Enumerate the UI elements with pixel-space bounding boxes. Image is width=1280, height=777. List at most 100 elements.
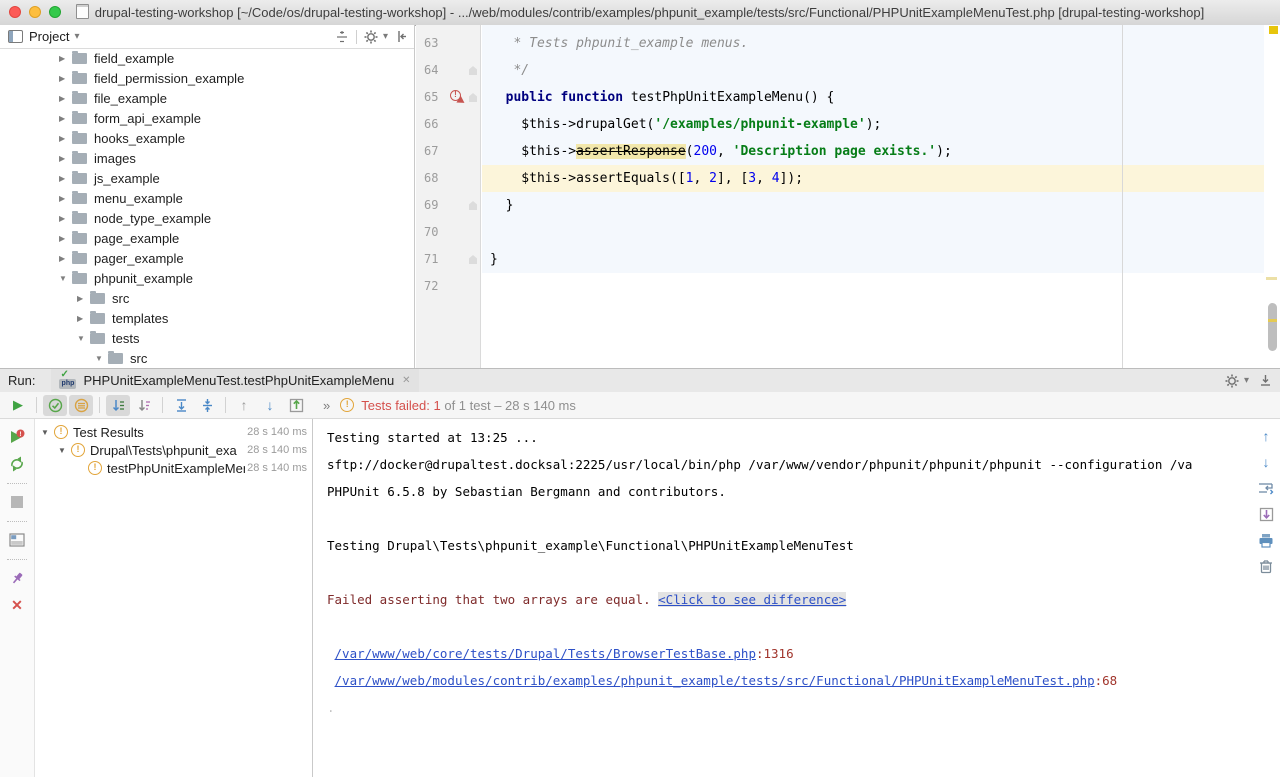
chevron-right-icon[interactable]: ▶ [59, 74, 72, 83]
code-line[interactable]: $this->assertEquals([1, 2], [3, 4]); [482, 165, 1280, 192]
console-link[interactable]: /var/www/web/modules/contrib/examples/ph… [335, 673, 1095, 688]
project-tree-item[interactable]: ▶menu_example [0, 188, 413, 208]
expand-collapse-button[interactable] [335, 30, 349, 44]
more-actions-chevron[interactable]: » [323, 398, 330, 413]
code-line[interactable]: public function testPhpUnitExampleMenu()… [482, 84, 1264, 111]
previous-failed-test-button[interactable]: ↑ [232, 395, 256, 416]
project-tree-item[interactable]: ▶pager_example [0, 248, 413, 268]
pin-tab-button[interactable] [8, 569, 26, 587]
stop-button[interactable] [8, 493, 26, 511]
test-tree-item[interactable]: !testPhpUnitExampleMenu28 s 140 ms [36, 459, 312, 477]
code-line[interactable] [482, 273, 1264, 300]
code-line[interactable] [482, 219, 1264, 246]
console-text [327, 646, 335, 661]
project-tree-item[interactable]: ▶hooks_example [0, 128, 413, 148]
code-line[interactable]: $this->assertResponse(200, 'Description … [482, 138, 1264, 165]
run-settings-gear-button[interactable]: ▾ [1225, 374, 1249, 388]
chevron-right-icon[interactable]: ▶ [77, 314, 90, 323]
chevron-right-icon[interactable]: ▶ [59, 54, 72, 63]
chevron-right-icon[interactable]: ▶ [59, 234, 72, 243]
inspection-status-square[interactable] [1269, 26, 1278, 34]
fold-marker-icon[interactable] [469, 255, 477, 264]
code-editor[interactable]: 636465!66676869707172 * Tests phpunit_ex… [416, 25, 1280, 368]
code-line[interactable]: } [482, 192, 1264, 219]
code-line[interactable]: */ [482, 57, 1264, 84]
expand-all-button[interactable] [169, 395, 193, 416]
fold-marker-icon[interactable] [469, 66, 477, 75]
test-console-output[interactable]: Testing started at 13:25 ...sftp://docke… [314, 419, 1252, 777]
project-tree-item[interactable]: ▶templates [0, 308, 413, 328]
fold-marker-icon[interactable] [469, 201, 477, 210]
project-tree-item[interactable]: ▶form_api_example [0, 108, 413, 128]
project-tree-item[interactable]: ▶node_type_example [0, 208, 413, 228]
chevron-down-icon[interactable]: ▼ [95, 354, 108, 363]
scroll-to-top-button[interactable]: ↑ [1257, 427, 1275, 445]
clear-all-button[interactable] [1257, 557, 1275, 575]
project-tree-item[interactable]: ▶page_example [0, 228, 413, 248]
fold-marker-icon[interactable] [469, 93, 477, 102]
project-tree-item[interactable]: ▶field_permission_example [0, 68, 413, 88]
run-configuration-tab[interactable]: php ✓ PHPUnitExampleMenuTest.testPhpUnit… [51, 369, 418, 392]
chevron-right-icon[interactable]: ▶ [59, 94, 72, 103]
chevron-down-icon[interactable]: ▼ [41, 428, 54, 437]
failed-test-run-icon[interactable]: ! [450, 90, 465, 105]
console-link[interactable]: /var/www/web/core/tests/Drupal/Tests/Bro… [335, 646, 756, 661]
next-failed-test-button[interactable]: ↓ [258, 395, 282, 416]
project-tree-item[interactable]: ▼ src [0, 348, 413, 368]
chevron-down-icon[interactable]: ▼ [58, 446, 71, 455]
project-settings-gear-button[interactable]: ▾ [364, 30, 388, 44]
project-tool-window-icon [8, 30, 23, 43]
project-tree-item[interactable]: ▶src [0, 288, 413, 308]
code-line[interactable]: * Tests phpunit_example menus. [482, 30, 1264, 57]
chevron-right-icon[interactable]: ▶ [59, 114, 72, 123]
project-tree-item[interactable]: ▶images [0, 148, 413, 168]
chevron-right-icon[interactable]: ▶ [59, 174, 72, 183]
close-run-panel-button[interactable]: ✕ [8, 596, 26, 614]
rail-separator [7, 521, 27, 522]
chevron-down-icon[interactable]: ▼ [77, 334, 90, 343]
code-line[interactable]: } [482, 246, 1264, 273]
project-tree-item[interactable]: ▶js_example [0, 168, 413, 188]
rerun-failed-tests-button[interactable]: ! [8, 428, 26, 446]
project-view-caret-icon[interactable]: ▾ [74, 31, 79, 42]
project-tree-item[interactable]: ▼tests [0, 328, 413, 348]
folder-icon [72, 113, 87, 124]
chevron-right-icon[interactable]: ▶ [59, 154, 72, 163]
project-tree-item[interactable]: ▼phpunit_example [0, 268, 413, 288]
chevron-right-icon[interactable]: ▶ [59, 194, 72, 203]
show-ignored-button[interactable] [69, 395, 93, 416]
import-test-results-button[interactable] [284, 395, 308, 416]
print-button[interactable] [1257, 531, 1275, 549]
chevron-right-icon[interactable]: ▶ [59, 134, 72, 143]
warning-stripe-mark[interactable] [1266, 277, 1277, 280]
show-passed-button[interactable] [43, 395, 67, 416]
collapse-all-button[interactable] [195, 395, 219, 416]
rerun-button[interactable]: ▶ [6, 395, 30, 416]
chevron-right-icon[interactable]: ▶ [59, 254, 72, 263]
project-panel-title[interactable]: Project [29, 29, 69, 44]
close-tab-icon[interactable]: ✕ [402, 375, 410, 386]
editor-scrollbar-thumb[interactable] [1268, 303, 1277, 351]
restore-layout-button[interactable] [8, 531, 26, 549]
project-tree-item[interactable]: ▶field_example [0, 48, 413, 68]
project-tree-item[interactable]: ▶file_example [0, 88, 413, 108]
chevron-right-icon[interactable]: ▶ [59, 214, 72, 223]
test-tree-item[interactable]: ▼!Test Results28 s 140 ms [36, 423, 312, 441]
console-link[interactable]: <Click to see difference> [658, 592, 846, 607]
test-tree-item[interactable]: ▼!Drupal\Tests\phpunit_exa28 s 140 ms [36, 441, 312, 459]
editor-code-area[interactable]: * Tests phpunit_example menus. */ public… [482, 25, 1264, 368]
soft-wrap-button[interactable] [1257, 479, 1275, 497]
code-line[interactable]: $this->drupalGet('/examples/phpunit-exam… [482, 111, 1264, 138]
hide-run-panel-button[interactable] [1259, 374, 1272, 387]
rerun-tests-button[interactable] [8, 455, 26, 473]
scroll-to-bottom-button[interactable]: ↓ [1257, 453, 1275, 471]
chevron-right-icon[interactable]: ▶ [77, 294, 90, 303]
gutter-line: 64 [416, 57, 480, 84]
chevron-down-icon[interactable]: ▼ [59, 274, 72, 283]
tree-item-label: src [130, 351, 147, 366]
sort-alphabetically-button[interactable] [106, 395, 130, 416]
sort-by-duration-button[interactable] [132, 395, 156, 416]
scroll-to-end-button[interactable] [1257, 505, 1275, 523]
gear-caret-icon: ▾ [383, 31, 388, 42]
hide-project-panel-button[interactable] [395, 30, 408, 43]
